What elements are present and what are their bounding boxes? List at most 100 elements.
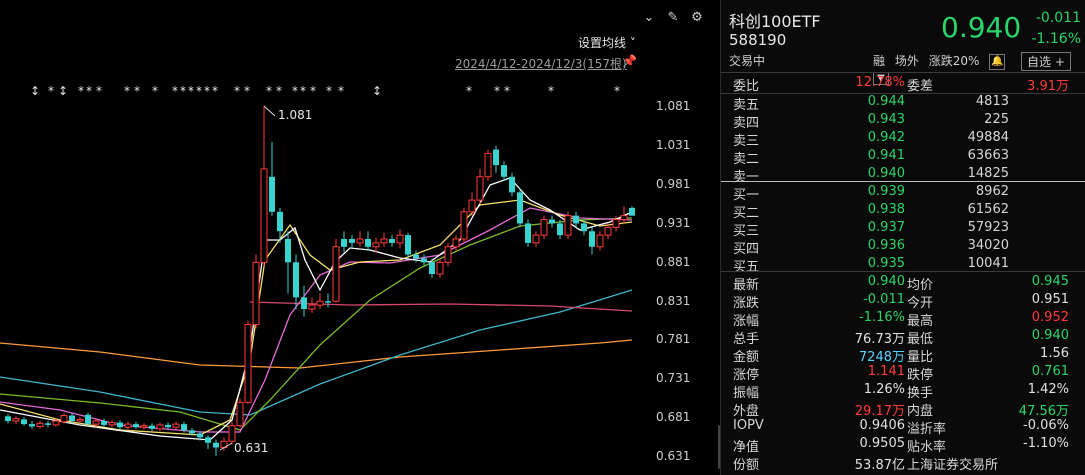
candle-body[interactable] xyxy=(260,168,268,263)
event-marker[interactable]: * xyxy=(152,84,158,98)
ma-settings-button[interactable]: 设置均线 ˅ xyxy=(578,34,636,51)
candle-body[interactable] xyxy=(12,418,20,422)
event-marker[interactable]: * xyxy=(48,84,54,98)
candle-body[interactable] xyxy=(604,226,612,236)
candle-body[interactable] xyxy=(108,422,116,426)
event-marker[interactable]: * xyxy=(180,84,186,98)
event-marker[interactable]: * xyxy=(134,84,140,98)
event-marker[interactable]: * xyxy=(212,84,218,98)
event-marker[interactable]: * xyxy=(196,84,202,98)
candle-body[interactable] xyxy=(205,437,211,443)
candle-body[interactable] xyxy=(156,424,164,430)
event-marker[interactable]: * xyxy=(204,84,210,98)
draw-icon[interactable]: ✎ xyxy=(664,9,682,27)
candle-body[interactable] xyxy=(341,239,347,247)
candle-body[interactable] xyxy=(228,425,236,442)
candle-body[interactable] xyxy=(365,239,371,247)
candle-body[interactable] xyxy=(532,234,540,244)
candle-body[interactable] xyxy=(356,238,364,244)
candle-body[interactable] xyxy=(165,424,171,428)
event-marker[interactable]: * xyxy=(494,84,500,98)
event-marker[interactable]: * xyxy=(172,84,178,98)
candle-body[interactable] xyxy=(285,239,291,263)
candle-body[interactable] xyxy=(476,176,484,201)
add-watchlist-button[interactable]: 自选 + xyxy=(1021,52,1071,71)
candle-body[interactable] xyxy=(444,246,452,263)
event-marker[interactable]: * xyxy=(78,84,84,98)
candle-body[interactable] xyxy=(484,152,492,178)
candle-body[interactable] xyxy=(293,262,299,298)
event-marker[interactable]: * xyxy=(338,84,344,98)
candle-body[interactable] xyxy=(133,424,139,428)
candle-body[interactable] xyxy=(396,234,404,244)
candle-body[interactable] xyxy=(29,424,35,427)
candle-body[interactable] xyxy=(380,238,388,244)
event-marker[interactable]: * xyxy=(276,84,282,98)
candle-body[interactable] xyxy=(557,223,563,236)
candle-body[interactable] xyxy=(236,401,244,427)
bell-icon[interactable]: 🔔 xyxy=(989,53,1006,70)
event-marker[interactable]: * xyxy=(86,84,92,98)
candle-body[interactable] xyxy=(181,424,187,431)
candle-body[interactable] xyxy=(269,176,275,212)
candle-body[interactable] xyxy=(421,258,427,263)
candle-body[interactable] xyxy=(389,239,395,243)
candle-body[interactable] xyxy=(564,215,572,236)
event-marker[interactable]: * xyxy=(300,84,306,98)
candle-body[interactable] xyxy=(36,422,44,427)
event-marker[interactable]: * xyxy=(466,84,472,98)
candle-body[interactable] xyxy=(452,238,460,248)
event-marker[interactable]: * xyxy=(292,84,298,98)
candle-body[interactable] xyxy=(316,300,324,306)
candle-body[interactable] xyxy=(332,246,340,302)
event-marker[interactable]: ↕ xyxy=(30,84,40,98)
event-marker[interactable]: * xyxy=(504,84,510,98)
bid-row[interactable]: 买一 0.939 8962 xyxy=(721,184,1085,203)
candle-body[interactable] xyxy=(429,262,435,274)
candle-body[interactable] xyxy=(101,421,107,425)
candle-body[interactable] xyxy=(5,416,11,421)
event-marker[interactable]: * xyxy=(326,84,332,98)
candle-body[interactable] xyxy=(244,324,252,403)
event-marker[interactable]: * xyxy=(234,84,240,98)
candle-body[interactable] xyxy=(69,415,75,421)
candle-body[interactable] xyxy=(525,223,531,243)
event-marker[interactable]: * xyxy=(244,84,250,98)
candle-body[interactable] xyxy=(21,419,27,425)
candle-body[interactable] xyxy=(413,254,419,259)
kline-chart[interactable]: ↕ * ↕ * * * * * * * * * * * * * * * * * * * * * ↕ * * * * * ⌄ ✎ ⚙ 设置均… xyxy=(0,0,718,475)
settings-icon[interactable]: ⚙ xyxy=(688,9,706,27)
candle-body[interactable] xyxy=(189,430,195,434)
candle-body[interactable] xyxy=(349,239,355,243)
ask-row[interactable]: 卖四 0.943 225 xyxy=(721,112,1085,131)
event-marker[interactable]: * xyxy=(614,84,620,98)
event-marker[interactable]: * xyxy=(310,84,316,98)
candle-body[interactable] xyxy=(124,423,132,428)
candle-body[interactable] xyxy=(589,231,595,247)
candle-body[interactable] xyxy=(172,423,180,428)
pin-icon[interactable]: 📌 xyxy=(622,54,637,68)
candle-body[interactable] xyxy=(213,442,219,448)
ask-row[interactable]: 卖二 0.941 63663 xyxy=(721,148,1085,167)
event-marker[interactable]: ↕ xyxy=(58,84,68,98)
ask-row[interactable]: 卖三 0.942 49884 xyxy=(721,130,1085,149)
candle-body[interactable] xyxy=(149,425,155,429)
candle-body[interactable] xyxy=(436,261,444,275)
candle-body[interactable] xyxy=(301,297,307,309)
candle-body[interactable] xyxy=(277,211,283,232)
candle-body[interactable] xyxy=(140,425,148,428)
ask-row[interactable]: 卖五 0.944 4813 xyxy=(721,94,1085,113)
candle-body[interactable] xyxy=(620,215,628,221)
candle-body[interactable] xyxy=(581,223,587,232)
event-marker[interactable]: * xyxy=(548,84,554,98)
candle-body[interactable] xyxy=(45,423,51,425)
candle-body[interactable] xyxy=(540,219,548,236)
candle-body[interactable] xyxy=(252,261,260,326)
event-marker[interactable]: * xyxy=(96,84,102,98)
candle-body[interactable] xyxy=(509,176,515,193)
candle-body[interactable] xyxy=(468,199,476,213)
candle-body[interactable] xyxy=(60,415,68,423)
candle-body[interactable] xyxy=(629,207,635,216)
candle-body[interactable] xyxy=(92,420,100,425)
candle-body[interactable] xyxy=(549,219,555,224)
